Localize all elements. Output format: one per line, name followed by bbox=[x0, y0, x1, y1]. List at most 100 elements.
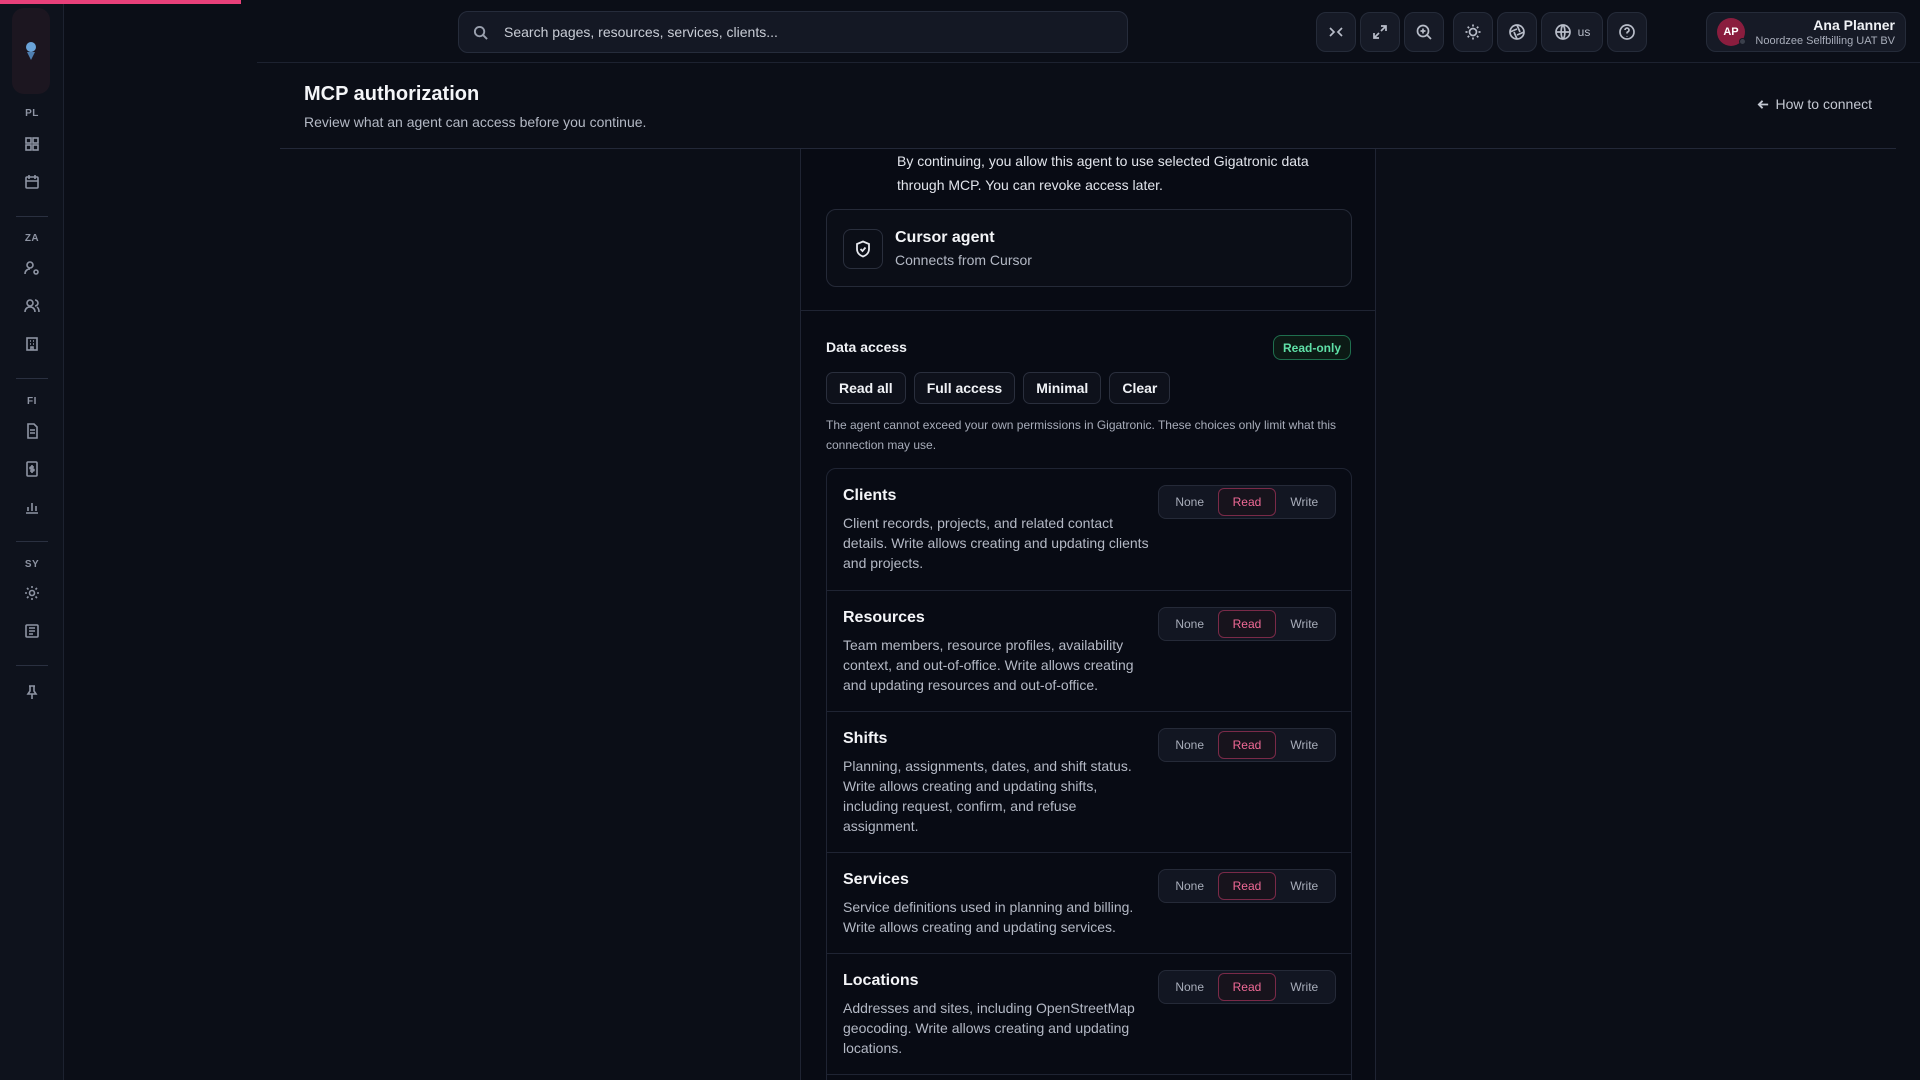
expand-icon bbox=[1373, 25, 1387, 39]
how-to-connect-link[interactable]: How to connect bbox=[1757, 96, 1873, 112]
how-to-connect-label: How to connect bbox=[1775, 96, 1873, 112]
permission-row-clients: Clients Client records, projects, and re… bbox=[827, 469, 1351, 591]
agent-info: Cursor agent Connects from Cursor bbox=[826, 209, 1352, 287]
collapse-arrows-icon bbox=[1329, 27, 1343, 37]
consent-text: By continuing, you allow this agent to u… bbox=[897, 153, 1309, 193]
card-divider bbox=[801, 310, 1375, 311]
status-dot bbox=[1739, 38, 1746, 45]
arrow-left-icon bbox=[1757, 99, 1768, 109]
sun-icon bbox=[1465, 24, 1481, 40]
search-box[interactable] bbox=[458, 11, 1128, 53]
permission-description: Service definitions used in planning and… bbox=[843, 899, 1134, 935]
document-icon[interactable] bbox=[20, 419, 44, 443]
preset-buttons: Read all Full access Minimal Clear bbox=[826, 372, 1171, 404]
avatar-initials: AP bbox=[1723, 26, 1739, 38]
help-icon bbox=[1619, 24, 1635, 40]
access-level-selector: None Read Write bbox=[1158, 485, 1336, 519]
pin-icon[interactable] bbox=[20, 680, 44, 704]
agent-description: Connects from Cursor bbox=[895, 252, 1032, 268]
permission-row-shifts: Shifts Planning, assignments, dates, and… bbox=[827, 712, 1351, 853]
sidebar-divider bbox=[16, 665, 48, 666]
list-icon[interactable] bbox=[20, 619, 44, 643]
access-option-read[interactable]: Read bbox=[1218, 610, 1276, 638]
access-option-write[interactable]: Write bbox=[1276, 731, 1333, 759]
read-all-button[interactable]: Read all bbox=[826, 372, 906, 404]
language-button[interactable]: us bbox=[1541, 12, 1603, 52]
sidebar-section-label: PL bbox=[25, 108, 39, 119]
search-input[interactable] bbox=[504, 24, 1104, 40]
access-option-read[interactable]: Read bbox=[1218, 872, 1276, 900]
invoice-icon[interactable] bbox=[20, 457, 44, 481]
search-icon bbox=[473, 25, 488, 40]
permission-title: Clients bbox=[843, 487, 897, 504]
page-header: MCP authorization Review what an agent c… bbox=[280, 63, 1896, 149]
minimal-button[interactable]: Minimal bbox=[1023, 372, 1102, 404]
sidebar-section-label: SY bbox=[24, 559, 40, 570]
access-level-selector: None Read Write bbox=[1158, 970, 1336, 1004]
full-access-button[interactable]: Full access bbox=[913, 372, 1016, 404]
shield-check-icon bbox=[843, 229, 883, 269]
clear-button[interactable]: Clear bbox=[1109, 372, 1171, 404]
theme-toggle-button[interactable] bbox=[1453, 12, 1493, 52]
access-option-none[interactable]: None bbox=[1161, 973, 1218, 1001]
status-badge: Read-only bbox=[1272, 335, 1351, 360]
permission-description: Planning, assignments, dates, and shift … bbox=[843, 758, 1132, 834]
data-access-note: The agent cannot exceed your own permiss… bbox=[826, 418, 1337, 452]
sidebar-section-label: ZA bbox=[24, 233, 40, 244]
agent-name: Cursor agent bbox=[895, 229, 995, 246]
access-option-write[interactable]: Write bbox=[1276, 872, 1333, 900]
permission-list: Clients Client records, projects, and re… bbox=[826, 468, 1352, 1080]
permission-row-locations: Locations Addresses and sites, including… bbox=[827, 954, 1351, 1075]
permission-description: Addresses and sites, including OpenStree… bbox=[843, 1000, 1135, 1056]
globe-icon bbox=[1554, 24, 1571, 40]
logo-icon bbox=[26, 42, 36, 60]
access-option-none[interactable]: None bbox=[1161, 488, 1218, 516]
zoom-button[interactable] bbox=[1404, 12, 1444, 52]
aperture-button[interactable] bbox=[1497, 12, 1537, 52]
data-access-title: Data access bbox=[826, 339, 907, 355]
access-option-none[interactable]: None bbox=[1161, 610, 1218, 638]
app-logo[interactable] bbox=[12, 8, 50, 94]
sidebar-section-label: FI bbox=[27, 396, 37, 407]
permission-title: Resources bbox=[843, 609, 925, 626]
fullscreen-button[interactable] bbox=[1360, 12, 1400, 52]
zoom-in-icon bbox=[1416, 24, 1432, 40]
users-icon[interactable] bbox=[20, 294, 44, 318]
user-menu-button[interactable]: AP Ana Planner Noordzee Selfbilling UAT … bbox=[1706, 12, 1906, 52]
dashboard-icon[interactable] bbox=[20, 132, 44, 156]
user-name: Ana Planner bbox=[1813, 17, 1895, 33]
aperture-icon bbox=[1509, 24, 1525, 40]
access-option-write[interactable]: Write bbox=[1276, 610, 1333, 638]
page-load-progress bbox=[0, 0, 241, 4]
access-option-write[interactable]: Write bbox=[1276, 973, 1333, 1001]
access-option-none[interactable]: None bbox=[1161, 731, 1218, 759]
user-organization: Noordzee Selfbilling UAT BV bbox=[1755, 35, 1895, 47]
access-level-selector: None Read Write bbox=[1158, 728, 1336, 762]
sidebar-divider bbox=[16, 541, 48, 542]
topbar: us AP Ana Planner Noordzee Selfbilling U… bbox=[257, 0, 1920, 63]
authorization-card: By continuing, you allow this agent to u… bbox=[800, 149, 1376, 1080]
building-icon[interactable] bbox=[20, 332, 44, 356]
access-level-selector: None Read Write bbox=[1158, 607, 1336, 641]
help-button[interactable] bbox=[1607, 12, 1647, 52]
avatar: AP bbox=[1717, 18, 1746, 46]
sidebar-divider bbox=[16, 378, 48, 379]
access-option-none[interactable]: None bbox=[1161, 872, 1218, 900]
access-level-selector: None Read Write bbox=[1158, 869, 1336, 903]
collapse-button[interactable] bbox=[1316, 12, 1356, 52]
permission-title: Locations bbox=[843, 972, 919, 989]
access-option-read[interactable]: Read bbox=[1218, 731, 1276, 759]
user-cog-icon[interactable] bbox=[20, 256, 44, 280]
sidebar: PL ZA FI SY bbox=[0, 0, 64, 1080]
access-option-write[interactable]: Write bbox=[1276, 488, 1333, 516]
permission-description: Team members, resource profiles, availab… bbox=[843, 637, 1134, 693]
access-option-read[interactable]: Read bbox=[1218, 488, 1276, 516]
calendar-icon[interactable] bbox=[20, 170, 44, 194]
gear-icon[interactable] bbox=[20, 581, 44, 605]
permission-title: Shifts bbox=[843, 730, 888, 747]
permission-description: Client records, projects, and related co… bbox=[843, 515, 1149, 571]
permission-row-services: Services Service definitions used in pla… bbox=[827, 853, 1351, 954]
bar-chart-icon[interactable] bbox=[20, 495, 44, 519]
access-option-read[interactable]: Read bbox=[1218, 973, 1276, 1001]
permission-row-resources: Resources Team members, resource profile… bbox=[827, 591, 1351, 712]
